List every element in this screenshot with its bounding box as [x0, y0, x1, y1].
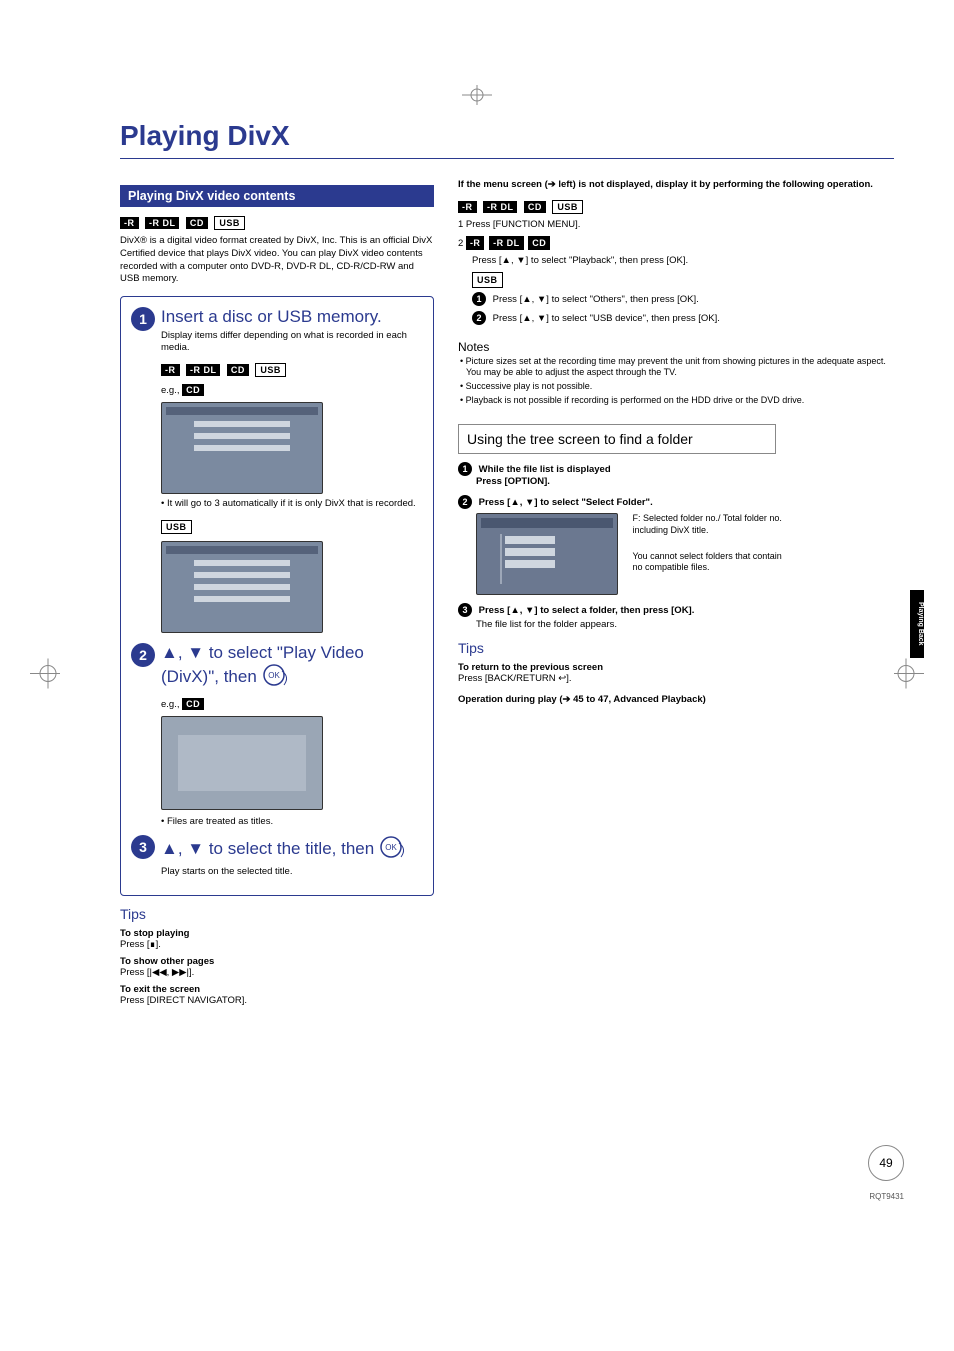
tag-r: -R	[120, 217, 139, 229]
tree-step-3-num: 3	[458, 603, 472, 617]
crop-mark-top	[462, 85, 492, 110]
tree-screenshot	[476, 513, 618, 595]
intro-text: DivX® is a digital video format created …	[120, 235, 434, 286]
rtip-return-heading: To return to the previous screen	[458, 662, 894, 673]
cd-menu-screenshot	[161, 402, 323, 494]
right-usb-tag: USB	[472, 272, 503, 288]
section-heading: Playing DivX video contents	[120, 185, 434, 207]
l2-tag-cd: CD	[528, 236, 550, 250]
tip-stop-body: Press [∎].	[120, 939, 434, 950]
step-3-title: ▲, ▼ to select the title, then OK	[161, 835, 423, 864]
crop-mark-right	[894, 658, 934, 693]
step-2-badge: 2	[131, 643, 155, 667]
right-line2-body: Press [▲, ▼] to select "Playback", then …	[458, 255, 894, 268]
file-list-screenshot	[161, 716, 323, 810]
l2-tag-r: -R	[466, 236, 485, 250]
rtip-return-body: Press [BACK/RETURN ↩].	[458, 673, 894, 684]
rtag-cd: CD	[524, 201, 546, 213]
tree-step-2: Press [▲, ▼] to select "Select Folder".	[479, 497, 653, 508]
step1-tag-r: -R	[161, 364, 180, 376]
step-3-title-text: ▲, ▼ to select the title, then	[161, 839, 374, 858]
step1-note: • It will go to 3 automatically if it is…	[161, 498, 423, 510]
step-3-sub: Play starts on the selected title.	[161, 866, 423, 878]
tips-heading-left: Tips	[120, 906, 434, 922]
step-1-badge: 1	[131, 307, 155, 331]
l2-tag-rdl: -R DL	[489, 236, 524, 250]
right-column: If the menu screen (➔ left) is not displ…	[458, 179, 894, 1006]
tip-exit-heading: To exit the screen	[120, 984, 434, 995]
side-tab-playing-back: Playing Back	[910, 590, 924, 658]
step2-eg-label: e.g.,	[161, 699, 180, 710]
tree-desc-2: You cannot select folders that contain n…	[632, 551, 782, 574]
steps-box: 1 Insert a disc or USB memory. Display i…	[120, 296, 434, 895]
left-column: Playing DivX video contents -R -R DL CD …	[120, 179, 434, 1006]
tree-description: F: Selected folder no./ Total folder no.…	[632, 513, 782, 574]
step1-tag-usb: USB	[255, 363, 286, 377]
right-usb-step1: Press [▲, ▼] to select "Others", then pr…	[493, 294, 699, 305]
step2-note: • Files are treated as titles.	[161, 816, 423, 828]
right-intro: If the menu screen (➔ left) is not displ…	[458, 179, 894, 191]
notes-heading: Notes	[458, 340, 894, 354]
tree-desc-1: F: Selected folder no./ Total folder no.…	[632, 513, 782, 536]
tag-cd: CD	[186, 217, 208, 229]
tree-step-1-num: 1	[458, 462, 472, 476]
svg-text:OK: OK	[268, 671, 280, 680]
tip-stop-heading: To stop playing	[120, 928, 434, 939]
tree-step-1b: Press [OPTION].	[476, 476, 550, 487]
tips-heading-right: Tips	[458, 640, 894, 656]
step2-eg-tag: CD	[182, 698, 204, 710]
sub-num-2: 2	[472, 311, 486, 325]
step1-eg-label: e.g.,	[161, 385, 180, 396]
title-rule	[120, 158, 894, 159]
tree-step-3-body: The file list for the folder appears.	[458, 619, 894, 630]
tag-rdl: -R DL	[145, 217, 180, 229]
media-tags: -R -R DL CD USB	[120, 213, 434, 231]
note-2: • Successive play is not possible.	[458, 381, 894, 393]
step1-eg-tag: CD	[182, 384, 204, 396]
tree-step-2-num: 2	[458, 495, 472, 509]
rtag-rdl: -R DL	[483, 201, 518, 213]
svg-text:OK: OK	[385, 843, 397, 852]
right-usb-step2: Press [▲, ▼] to select "USB device", the…	[493, 313, 720, 324]
step1-tag-rdl: -R DL	[186, 364, 221, 376]
right-line1: 1 Press [FUNCTION MENU].	[458, 219, 894, 232]
ok-button-icon: OK	[262, 663, 292, 692]
crop-mark-left	[20, 658, 60, 693]
sub-num-1: 1	[472, 292, 486, 306]
manual-page: Playing DivX Playing DivX video contents…	[0, 0, 954, 1351]
tip-exit-body: Press [DIRECT NAVIGATOR].	[120, 995, 434, 1006]
step1-tag-cd: CD	[227, 364, 249, 376]
note-1: • Picture sizes set at the recording tim…	[458, 356, 894, 379]
tree-step-3-bold: Press [▲, ▼] to select a folder, then pr…	[479, 605, 695, 616]
tip-pages-body: Press [|◀◀, ▶▶|].	[120, 967, 434, 978]
step-2-title: ▲, ▼ to select "Play Video (DivX)", then…	[161, 643, 423, 693]
rtag-usb: USB	[552, 200, 583, 214]
step-3-badge: 3	[131, 835, 155, 859]
page-number: 49	[868, 1145, 904, 1181]
right-line2-num: 2	[458, 238, 463, 249]
rtip-operation: Operation during play (➔ 45 to 47, Advan…	[458, 694, 894, 705]
step-1-sub: Display items differ depending on what i…	[161, 330, 423, 355]
usb-menu-screenshot	[161, 541, 323, 633]
ok-button-icon-2: OK	[379, 835, 409, 864]
tag-usb: USB	[214, 216, 245, 230]
step-1-title: Insert a disc or USB memory.	[161, 307, 423, 327]
document-code: RQT9431	[869, 1192, 904, 1201]
note-3: • Playback is not possible if recording …	[458, 395, 894, 407]
page-title: Playing DivX	[120, 120, 894, 152]
tip-pages-heading: To show other pages	[120, 956, 434, 967]
tree-step-1a: While the file list is displayed	[479, 464, 611, 475]
subsection-heading: Using the tree screen to find a folder	[458, 424, 776, 454]
rtag-r: -R	[458, 201, 477, 213]
step1-usb-tag: USB	[161, 520, 192, 534]
